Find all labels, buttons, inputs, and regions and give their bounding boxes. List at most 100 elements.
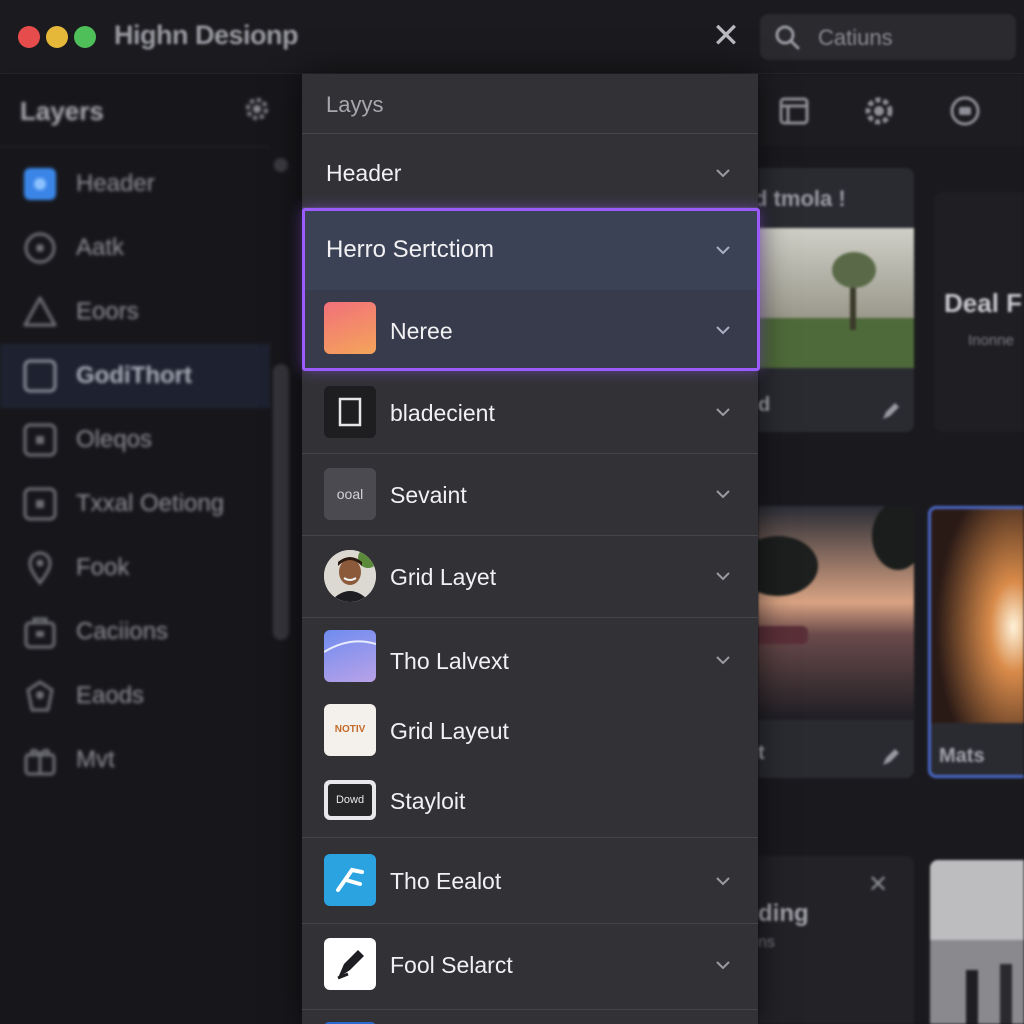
layer-label: Sevaint bbox=[390, 482, 467, 508]
scrollbar-thumb[interactable] bbox=[273, 364, 289, 640]
canvas-toolbar bbox=[758, 74, 1024, 146]
layer-label: Header bbox=[326, 160, 402, 186]
pencil-icon[interactable] bbox=[880, 746, 902, 768]
chevron-down-icon[interactable] bbox=[714, 872, 732, 890]
sidebar-item-txxal[interactable]: Txxal Oetiong bbox=[0, 472, 270, 536]
sidebar-item-godithort[interactable]: GodiThort bbox=[0, 344, 270, 408]
pencil-icon[interactable] bbox=[880, 400, 902, 422]
layer-row-sevaint[interactable]: ooal Sevaint bbox=[302, 454, 758, 536]
card-footer: Mats bbox=[939, 745, 985, 767]
canvas-card-5[interactable]: ding ns ✕ bbox=[758, 856, 914, 1024]
layout-icon[interactable] bbox=[778, 94, 812, 128]
person-photo bbox=[324, 550, 376, 602]
card-subtitle: Inonne bbox=[968, 332, 1014, 349]
square-filled-icon bbox=[24, 168, 56, 200]
sidebar-item-eoors[interactable]: Eoors bbox=[0, 280, 270, 344]
rectangle-icon bbox=[338, 397, 362, 427]
app-title: Highn Desionp bbox=[114, 20, 299, 50]
tool-thumbnail bbox=[324, 938, 376, 990]
layers-sidebar: Layers Header Aatk Eoors GodiThort Oleqo… bbox=[0, 74, 302, 1024]
layer-row-tho-eealot[interactable]: Tho Eealot bbox=[302, 838, 758, 924]
chevron-down-icon[interactable] bbox=[714, 651, 732, 669]
window-minimize-dot[interactable] bbox=[46, 26, 68, 48]
layer-label: Stayloit bbox=[390, 788, 466, 814]
pen-tool-icon bbox=[337, 950, 364, 980]
layer-label: bladecient bbox=[390, 400, 495, 426]
sidebar-item-label: GodiThort bbox=[76, 362, 192, 389]
gradient-thumbnail bbox=[324, 630, 376, 682]
layer-label: Grid Layeut bbox=[390, 718, 509, 744]
layer-row-fool-selarct[interactable]: Fool Selarct bbox=[302, 924, 758, 1010]
sidebar-item-label: Eoors bbox=[76, 298, 139, 325]
square-dot-icon bbox=[23, 487, 57, 521]
gear-icon[interactable] bbox=[242, 94, 272, 124]
close-icon[interactable]: ✕ bbox=[708, 18, 744, 54]
sidebar-item-fook[interactable]: Fook bbox=[0, 536, 270, 600]
sidebar-item-label: Mvt bbox=[76, 746, 115, 773]
search-placeholder: Catiuns bbox=[818, 25, 893, 50]
canvas-card-3[interactable]: t bbox=[758, 506, 914, 778]
layer-row-partial[interactable] bbox=[302, 1010, 758, 1024]
chevron-down-icon[interactable] bbox=[714, 567, 732, 585]
sidebar-item-label: Oleqos bbox=[76, 426, 153, 453]
layer-label: Neree bbox=[390, 318, 453, 344]
card-subtitle: ns bbox=[758, 934, 775, 951]
layer-row-stayloit[interactable]: Dowd Stayloit bbox=[302, 766, 758, 838]
sidebar-item-header[interactable]: Header bbox=[0, 152, 270, 216]
window-close-dot[interactable] bbox=[18, 26, 40, 48]
search-icon bbox=[775, 25, 800, 50]
window-maximize-dot[interactable] bbox=[74, 26, 96, 48]
chevron-down-icon[interactable] bbox=[714, 321, 732, 339]
frame-thumbnail bbox=[324, 386, 376, 438]
gift-icon bbox=[24, 748, 56, 776]
chevron-down-icon[interactable] bbox=[714, 164, 732, 182]
layer-label: Tho Eealot bbox=[390, 868, 502, 894]
face-icon[interactable] bbox=[948, 94, 982, 128]
square-dot-icon bbox=[23, 423, 57, 457]
canvas-card-1[interactable]: d tmola ! d bbox=[758, 168, 914, 432]
thumbnail-label: Dowd bbox=[328, 784, 372, 816]
card-footer: t bbox=[758, 742, 765, 764]
sidebar-item-aatk[interactable]: Aatk bbox=[0, 216, 270, 280]
layer-row-bladecient[interactable]: bladecient bbox=[302, 370, 758, 454]
search-input[interactable]: Catiuns bbox=[760, 14, 1016, 60]
chevron-down-icon[interactable] bbox=[714, 956, 732, 974]
layer-row-header[interactable]: Header bbox=[302, 134, 758, 208]
scrollbar-top-dot bbox=[274, 158, 288, 172]
arrow-logo-icon bbox=[336, 867, 364, 892]
layer-row-tho-lalvext[interactable]: Tho Lalvext bbox=[302, 618, 758, 696]
sidebar-item-mvt[interactable]: Mvt bbox=[0, 728, 270, 792]
layer-row-neree[interactable]: Neree bbox=[302, 290, 758, 370]
design-canvas[interactable]: d tmola ! d Deal F Inonne t Mats ding ns… bbox=[758, 74, 1024, 1024]
text-thumbnail: ooal bbox=[324, 468, 376, 520]
canvas-card-6[interactable] bbox=[930, 860, 1024, 1024]
layer-label: Grid Layet bbox=[390, 564, 497, 590]
canvas-card-4[interactable]: Mats bbox=[928, 506, 1024, 778]
canvas-card-2[interactable]: Deal F Inonne bbox=[934, 192, 1024, 432]
chevron-down-icon[interactable] bbox=[714, 241, 732, 259]
layer-label: Herro Sertctiom bbox=[326, 236, 495, 263]
chevron-down-icon[interactable] bbox=[714, 485, 732, 503]
layer-label: Fool Selarct bbox=[390, 952, 513, 978]
sidebar-item-label: Fook bbox=[76, 554, 130, 581]
sidebar-item-eaods[interactable]: Eaods bbox=[0, 664, 270, 728]
title-bar: Highn Desionp ✕ Catiuns bbox=[0, 0, 1024, 74]
card-title: Deal F bbox=[944, 288, 1023, 318]
pin-icon bbox=[28, 551, 52, 586]
square-icon bbox=[23, 359, 57, 393]
layer-row-grid-layet[interactable]: Grid Layet bbox=[302, 536, 758, 618]
layer-row-grid-layeut[interactable]: NOTIV Grid Layeut bbox=[302, 696, 758, 766]
street-image bbox=[930, 860, 1024, 1024]
chevron-down-icon[interactable] bbox=[714, 403, 732, 421]
sidebar-item-caciions[interactable]: Caciions bbox=[0, 600, 270, 664]
sunset-image bbox=[758, 506, 914, 720]
close-icon[interactable]: ✕ bbox=[868, 870, 888, 899]
settings-icon[interactable] bbox=[862, 94, 896, 128]
panel-header: Layys bbox=[302, 74, 758, 134]
layer-row-hero-section[interactable]: Herro Sertctiom bbox=[302, 208, 758, 290]
bag-icon bbox=[24, 617, 56, 649]
sidebar-item-oleqos[interactable]: Oleqos bbox=[0, 408, 270, 472]
sidebar-item-label: Eaods bbox=[76, 682, 145, 709]
card-title: d tmola ! bbox=[758, 186, 846, 211]
avatar bbox=[324, 550, 376, 602]
